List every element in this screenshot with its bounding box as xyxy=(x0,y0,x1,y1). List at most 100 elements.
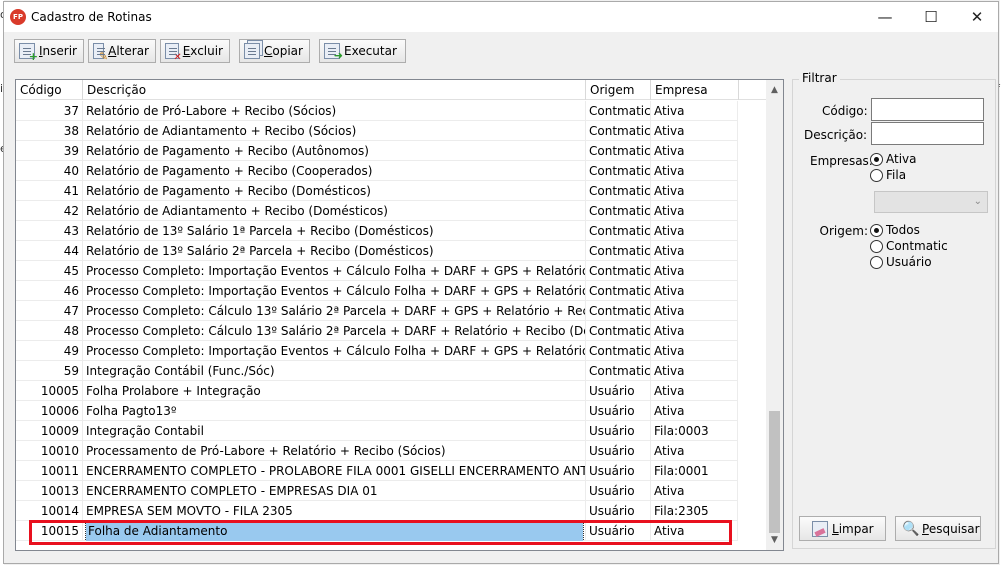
table-row[interactable]: 10010 Processamento de Pró-Labore + Relat… xyxy=(16,441,738,461)
cell-empresa: Ativa xyxy=(651,161,738,181)
cell-codigo: 42 xyxy=(16,201,83,221)
empresas-radio-ativa[interactable]: Ativa xyxy=(870,152,917,166)
edit-icon xyxy=(93,43,108,63)
table-row[interactable]: 38 Relatório de Adiantamento + Recibo (Só… xyxy=(16,121,738,141)
cell-codigo: 40 xyxy=(16,161,83,181)
rotinas-grid[interactable]: Código Descrição Origem Empresa 37 Relató… xyxy=(15,79,784,551)
table-row[interactable]: 10005 Folha Prolabore + Integração Usuário… xyxy=(16,381,738,401)
excluir-button[interactable]: Excluir xyxy=(160,39,230,63)
table-row[interactable]: 41 Relatório de Pagamento + Recibo (Domés… xyxy=(16,181,738,201)
cell-origem: Usuário xyxy=(586,461,651,481)
close-button[interactable]: ✕ xyxy=(954,2,1000,32)
table-row[interactable]: 46 Processo Completo: Importação Eventos … xyxy=(16,281,738,301)
cell-codigo: 10010 xyxy=(16,441,83,461)
table-row[interactable]: 59 Integração Contábil (Func./Sóc) Contmat… xyxy=(16,361,738,381)
cell-origem: Contmatic xyxy=(586,301,651,321)
origem-radio-contmatic[interactable]: Contmatic xyxy=(870,239,948,253)
cell-codigo: 45 xyxy=(16,261,83,281)
cell-empresa: Ativa xyxy=(651,341,738,361)
maximize-button[interactable]: ☐ xyxy=(908,2,954,32)
cell-codigo: 47 xyxy=(16,301,83,321)
cell-codigo: 49 xyxy=(16,341,83,361)
table-row[interactable]: 42 Relatório de Adiantamento + Recibo (Do… xyxy=(16,201,738,221)
table-row[interactable]: 10011 ENCERRAMENTO COMPLETO - PROLABORE F… xyxy=(16,461,738,481)
column-header-empresa[interactable]: Empresa xyxy=(651,80,739,100)
scrollbar-thumb[interactable] xyxy=(769,411,780,533)
cell-origem: Contmatic xyxy=(586,181,651,201)
cell-origem: Contmatic xyxy=(586,321,651,341)
table-row[interactable]: 10015 Folha de Adiantamento Usuário Ativa xyxy=(16,521,738,541)
limpar-button[interactable]: Limpar xyxy=(799,516,886,541)
insert-icon xyxy=(19,43,38,63)
chevron-up-icon[interactable]: ▲ xyxy=(766,82,783,99)
cell-descricao: Relatório de 13º Salário 2ª Parcela + Re… xyxy=(83,241,586,261)
table-row[interactable]: 39 Relatório de Pagamento + Recibo (Autôn… xyxy=(16,141,738,161)
cell-descricao: Folha Pagto13º xyxy=(83,401,586,421)
table-row[interactable]: 49 Processo Completo: Importação Eventos … xyxy=(16,341,738,361)
pesquisar-button[interactable]: 🔍 Pesquisar xyxy=(895,516,981,541)
cell-descricao: Relatório de Adiantamento + Recibo (Domé… xyxy=(83,201,586,221)
column-header-origem[interactable]: Origem xyxy=(586,80,651,100)
maximize-icon: ☐ xyxy=(924,8,938,26)
minimize-button[interactable]: — xyxy=(862,2,908,32)
cell-empresa: Ativa xyxy=(651,201,738,221)
cell-empresa: Ativa xyxy=(651,381,738,401)
cell-empresa: Ativa xyxy=(651,401,738,421)
table-row[interactable]: 47 Processo Completo: Cálculo 13º Salário… xyxy=(16,301,738,321)
cell-descricao: Processamento de Pró-Labore + Relatório … xyxy=(83,441,586,461)
empresas-label: Empresas: xyxy=(810,154,873,168)
chevron-down-icon[interactable]: ▼ xyxy=(766,532,783,549)
cell-descricao: Processo Completo: Importação Eventos + … xyxy=(83,281,586,301)
descricao-input[interactable] xyxy=(871,122,984,145)
origem-radio-usuario[interactable]: Usuário xyxy=(870,255,932,269)
cell-empresa: Ativa xyxy=(651,281,738,301)
alterar-button[interactable]: Alterar xyxy=(88,39,156,63)
search-icon: 🔍 xyxy=(902,520,920,537)
table-row[interactable]: 10009 Integração Contabil Usuário Fila:0003 xyxy=(16,421,738,441)
inserir-button[interactable]: Inserir xyxy=(14,39,84,63)
table-row[interactable]: 45 Processo Completo: Importação Eventos … xyxy=(16,261,738,281)
cell-codigo: 41 xyxy=(16,181,83,201)
table-row[interactable]: 43 Relatório de 13º Salário 1ª Parcela + … xyxy=(16,221,738,241)
fila-select: ⌄ xyxy=(874,191,988,213)
cell-descricao: Integração Contabil xyxy=(83,421,586,441)
cell-empresa: Ativa xyxy=(651,141,738,161)
codigo-label: Código: xyxy=(822,104,868,118)
vertical-scrollbar[interactable]: ▲ ▼ xyxy=(766,80,783,550)
background-window-right xyxy=(1000,0,1004,565)
cell-origem: Usuário xyxy=(586,501,651,521)
cell-origem: Contmatic xyxy=(586,281,651,301)
table-row[interactable]: 10014 EMPRESA SEM MOVTO - FILA 2305 Usuári… xyxy=(16,501,738,521)
minimize-icon: — xyxy=(877,8,893,26)
cell-codigo: 10009 xyxy=(16,421,83,441)
empresas-radio-fila[interactable]: Fila xyxy=(870,168,906,182)
table-row[interactable]: 37 Relatório de Pró-Labore + Recibo (Sóci… xyxy=(16,101,738,121)
table-row[interactable]: 40 Relatório de Pagamento + Recibo (Coope… xyxy=(16,161,738,181)
cell-origem: Usuário xyxy=(586,421,651,441)
chevron-down-icon: ⌄ xyxy=(973,196,982,207)
cell-codigo: 10013 xyxy=(16,481,83,501)
column-header-codigo[interactable]: Código xyxy=(16,80,83,100)
table-row[interactable]: 10006 Folha Pagto13º Usuário Ativa xyxy=(16,401,738,421)
executar-button[interactable]: Executar xyxy=(319,39,406,63)
origem-radio-todos[interactable]: Todos xyxy=(870,223,920,237)
title-bar[interactable]: FP Cadastro de Rotinas — ☐ ✕ xyxy=(4,2,998,32)
cell-descricao: Processo Completo: Importação Eventos + … xyxy=(83,261,586,281)
cadastro-window: FP Cadastro de Rotinas — ☐ ✕ Inserir Alt… xyxy=(3,1,999,564)
cell-descricao: Folha de Adiantamento xyxy=(83,521,586,541)
column-header-descricao[interactable]: Descrição xyxy=(83,80,586,100)
table-row[interactable]: 44 Relatório de 13º Salário 2ª Parcela + … xyxy=(16,241,738,261)
cell-origem: Usuário xyxy=(586,521,651,541)
pesquisar-label: Pesquisar xyxy=(922,521,980,536)
cell-empresa: Ativa xyxy=(651,101,738,121)
cell-codigo: 39 xyxy=(16,141,83,161)
radio-button xyxy=(870,152,883,166)
cell-origem: Contmatic xyxy=(586,261,651,281)
copiar-button[interactable]: Copiar xyxy=(239,39,310,63)
cell-empresa: Ativa xyxy=(651,241,738,261)
codigo-input[interactable] xyxy=(871,98,984,121)
table-row[interactable]: 48 Processo Completo: Cálculo 13º Salário… xyxy=(16,321,738,341)
cell-origem: Contmatic xyxy=(586,221,651,241)
copiar-label: Copiar xyxy=(264,44,303,58)
table-row[interactable]: 10013 ENCERRAMENTO COMPLETO - EMPRESAS DI… xyxy=(16,481,738,501)
